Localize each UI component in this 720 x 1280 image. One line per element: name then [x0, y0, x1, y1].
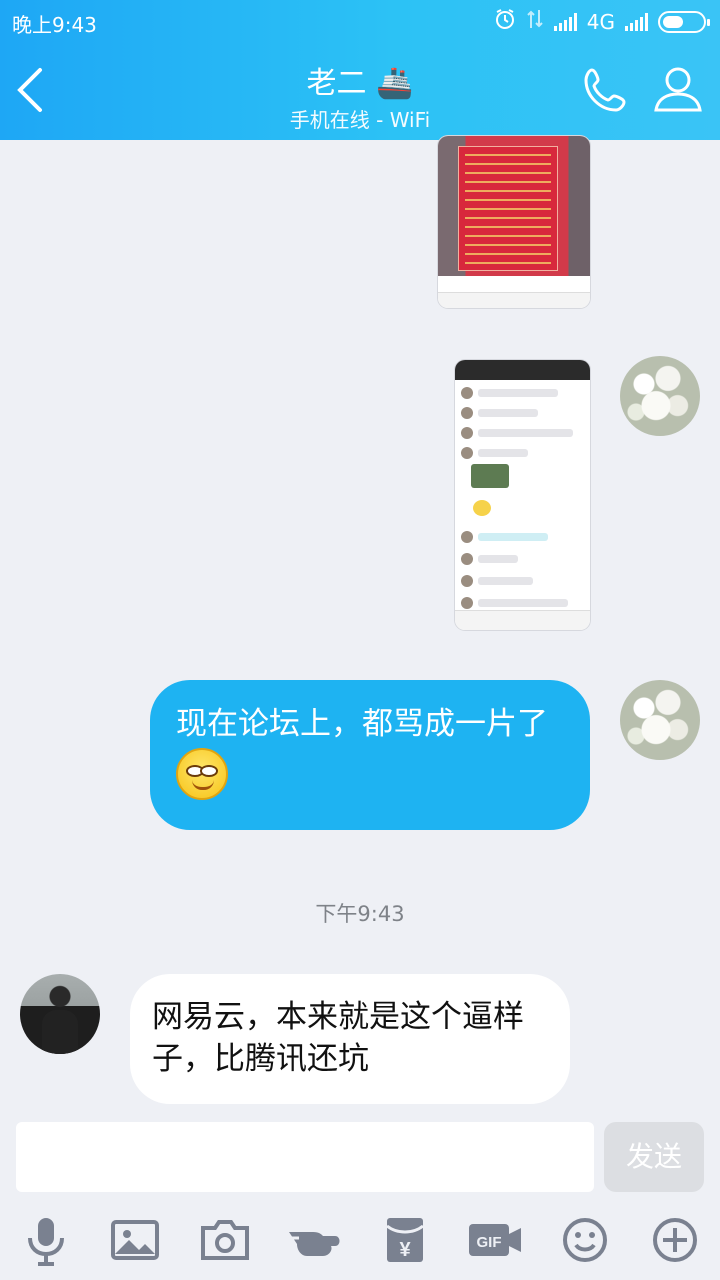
message-text: 网易云，本来就是这个逼样子，比腾讯还坑 [152, 999, 524, 1077]
message-input[interactable] [16, 1122, 594, 1192]
ship-emoji: 🚢 [376, 66, 414, 101]
battery-icon [658, 10, 710, 33]
message-timestamp: 下午9:43 [315, 902, 405, 926]
svg-text:GIF: GIF [477, 1234, 502, 1251]
my-avatar[interactable] [620, 680, 700, 760]
network-label: 4G [586, 9, 615, 34]
phone-icon[interactable] [578, 62, 634, 118]
status-bar: 晚上9:43 4G [0, 0, 720, 42]
smiley-eyes-emoji [176, 748, 228, 800]
svg-text:¥: ¥ [399, 1239, 411, 1261]
contact-avatar[interactable] [20, 974, 100, 1054]
message-text: 现在论坛上，都骂成一片了 [176, 706, 548, 742]
send-button[interactable]: 发送 [604, 1122, 704, 1192]
gif-icon[interactable]: GIF [467, 1212, 523, 1268]
image-message[interactable] [455, 360, 590, 630]
message-bubble-me[interactable]: 现在论坛上，都骂成一片了 [150, 680, 590, 830]
camera-icon[interactable] [197, 1212, 253, 1268]
status-time: 晚上9:43 [12, 13, 97, 37]
my-avatar[interactable] [620, 356, 700, 436]
plus-icon[interactable] [647, 1212, 703, 1268]
signal-icon [553, 12, 577, 31]
image-message[interactable] [438, 136, 590, 308]
alarm-icon [494, 8, 516, 35]
image-icon[interactable] [107, 1212, 163, 1268]
mic-icon[interactable] [18, 1212, 74, 1268]
input-toolbar: ¥ GIF [0, 1200, 720, 1280]
red-packet-icon[interactable]: ¥ [377, 1212, 433, 1268]
poke-hand-icon[interactable] [287, 1212, 343, 1268]
signal-icon [625, 12, 648, 31]
emoji-icon[interactable] [557, 1212, 613, 1268]
person-icon[interactable] [650, 62, 706, 118]
chat-header: 晚上9:43 4G 老二 🚢 手机在线 - WiFi [0, 0, 720, 140]
message-bubble-other[interactable]: 网易云，本来就是这个逼样子，比腾讯还坑 [130, 974, 570, 1104]
data-arrows-icon [526, 8, 544, 35]
